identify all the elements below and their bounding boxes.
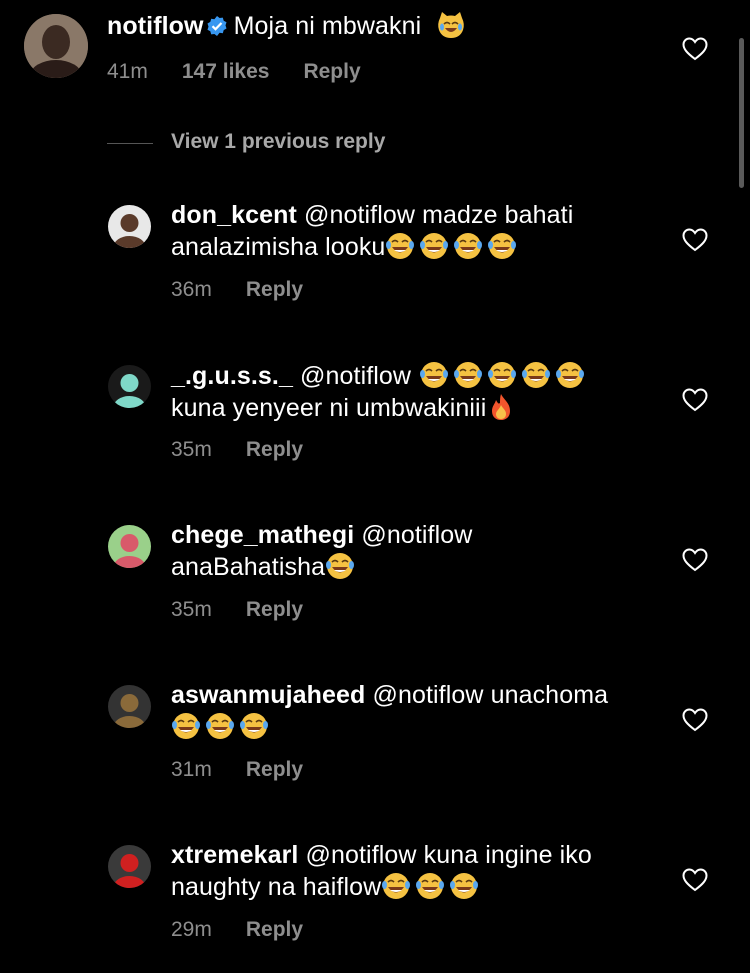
reply-button[interactable]: Reply	[246, 918, 303, 941]
comment-body: don_kcent @notiflow madze bahati analazim…	[171, 200, 691, 263]
emoji-group	[381, 873, 483, 901]
comment-text-line2: kuna yenyeer ni umbwakiniii	[171, 394, 487, 422]
face-tears-of-joy-icon	[487, 360, 517, 390]
comment-text-line2: anaBahatisha	[171, 553, 326, 581]
comment-body: notiflow Moja ni mbwakni	[107, 10, 470, 42]
face-tears-of-joy-icon	[205, 711, 235, 741]
reply-button[interactable]: Reply	[246, 278, 303, 301]
comment-text-line1: @notiflow kuna ingine iko	[298, 841, 592, 869]
scrollbar[interactable]	[739, 38, 744, 188]
username[interactable]: _.g.u.s.s._	[171, 362, 293, 390]
like-heart-icon[interactable]	[682, 708, 708, 732]
cat-tears-of-joy-icon	[436, 10, 466, 40]
avatar[interactable]	[108, 685, 151, 728]
avatar[interactable]	[108, 365, 151, 408]
like-heart-icon[interactable]	[682, 37, 708, 61]
reply-button[interactable]: Reply	[246, 758, 303, 781]
avatar[interactable]	[24, 14, 88, 78]
face-tears-of-joy-icon	[325, 551, 355, 581]
face-tears-of-joy-icon	[381, 871, 411, 901]
comment-meta: 29m Reply	[171, 918, 337, 942]
comment-meta: 35m Reply	[171, 598, 337, 622]
timestamp: 31m	[171, 758, 212, 781]
username[interactable]: aswanmujaheed	[171, 681, 365, 709]
avatar[interactable]	[108, 205, 151, 248]
face-tears-of-joy-icon	[239, 711, 269, 741]
face-tears-of-joy-icon	[385, 231, 415, 261]
verified-badge-icon	[206, 14, 228, 36]
like-heart-icon[interactable]	[682, 388, 708, 412]
timestamp: 35m	[171, 598, 212, 621]
like-heart-icon[interactable]	[682, 868, 708, 892]
comment-body: chege_mathegi @notiflow anaBahatisha	[171, 520, 691, 583]
comment-body: aswanmujaheed @notiflow unachoma	[171, 680, 691, 743]
face-tears-of-joy-icon	[555, 360, 585, 390]
face-tears-of-joy-icon	[453, 360, 483, 390]
comment-body: _.g.u.s.s._ @notiflow kuna yenyeer ni umb…	[171, 360, 691, 424]
comment-text-line2: naughty na haiflow	[171, 873, 382, 901]
timestamp: 41m	[107, 60, 148, 83]
face-tears-of-joy-icon	[419, 360, 449, 390]
comment-text-line1: @notiflow	[293, 362, 412, 390]
emoji-group	[171, 713, 273, 741]
reply-button[interactable]: Reply	[303, 60, 360, 83]
emoji-group	[325, 553, 359, 581]
view-previous-label[interactable]: View 1 previous reply	[171, 130, 385, 154]
face-tears-of-joy-icon	[487, 231, 517, 261]
username[interactable]: chege_mathegi	[171, 521, 354, 549]
face-tears-of-joy-icon	[419, 231, 449, 261]
comment-meta: 36m Reply	[171, 278, 337, 302]
timestamp: 36m	[171, 278, 212, 301]
comment-meta: 31m Reply	[171, 758, 337, 782]
comment-text-line1: @notiflow	[354, 521, 473, 549]
comment-text: Moja ni mbwakni	[233, 12, 422, 40]
reply-button[interactable]: Reply	[246, 438, 303, 461]
timestamp: 29m	[171, 918, 212, 941]
fire-icon	[486, 392, 516, 422]
face-tears-of-joy-icon	[415, 871, 445, 901]
emoji-group	[385, 233, 521, 261]
divider	[107, 143, 153, 144]
face-tears-of-joy-icon	[453, 231, 483, 261]
like-heart-icon[interactable]	[682, 548, 708, 572]
avatar[interactable]	[108, 845, 151, 888]
comment-text-line2: analazimisha looku	[171, 233, 386, 261]
reply-button[interactable]: Reply	[246, 598, 303, 621]
emoji-group	[419, 362, 589, 390]
username[interactable]: notiflow	[107, 12, 204, 40]
avatar[interactable]	[108, 525, 151, 568]
face-tears-of-joy-icon	[171, 711, 201, 741]
like-heart-icon[interactable]	[682, 228, 708, 252]
comment-body: xtremekarl @notiflow kuna ingine iko naug…	[171, 840, 691, 903]
comment-meta: 35m Reply	[171, 438, 337, 462]
face-tears-of-joy-icon	[449, 871, 479, 901]
comment-text-line1: @notiflow madze bahati	[296, 201, 574, 229]
likes-count[interactable]: 147 likes	[182, 60, 270, 83]
timestamp: 35m	[171, 438, 212, 461]
comment-meta: 41m 147 likes Reply	[107, 60, 395, 84]
comment-text-line1: @notiflow unachoma	[365, 681, 609, 709]
username[interactable]: don_kcent	[171, 201, 297, 229]
username[interactable]: xtremekarl	[171, 841, 298, 869]
face-tears-of-joy-icon	[521, 360, 551, 390]
